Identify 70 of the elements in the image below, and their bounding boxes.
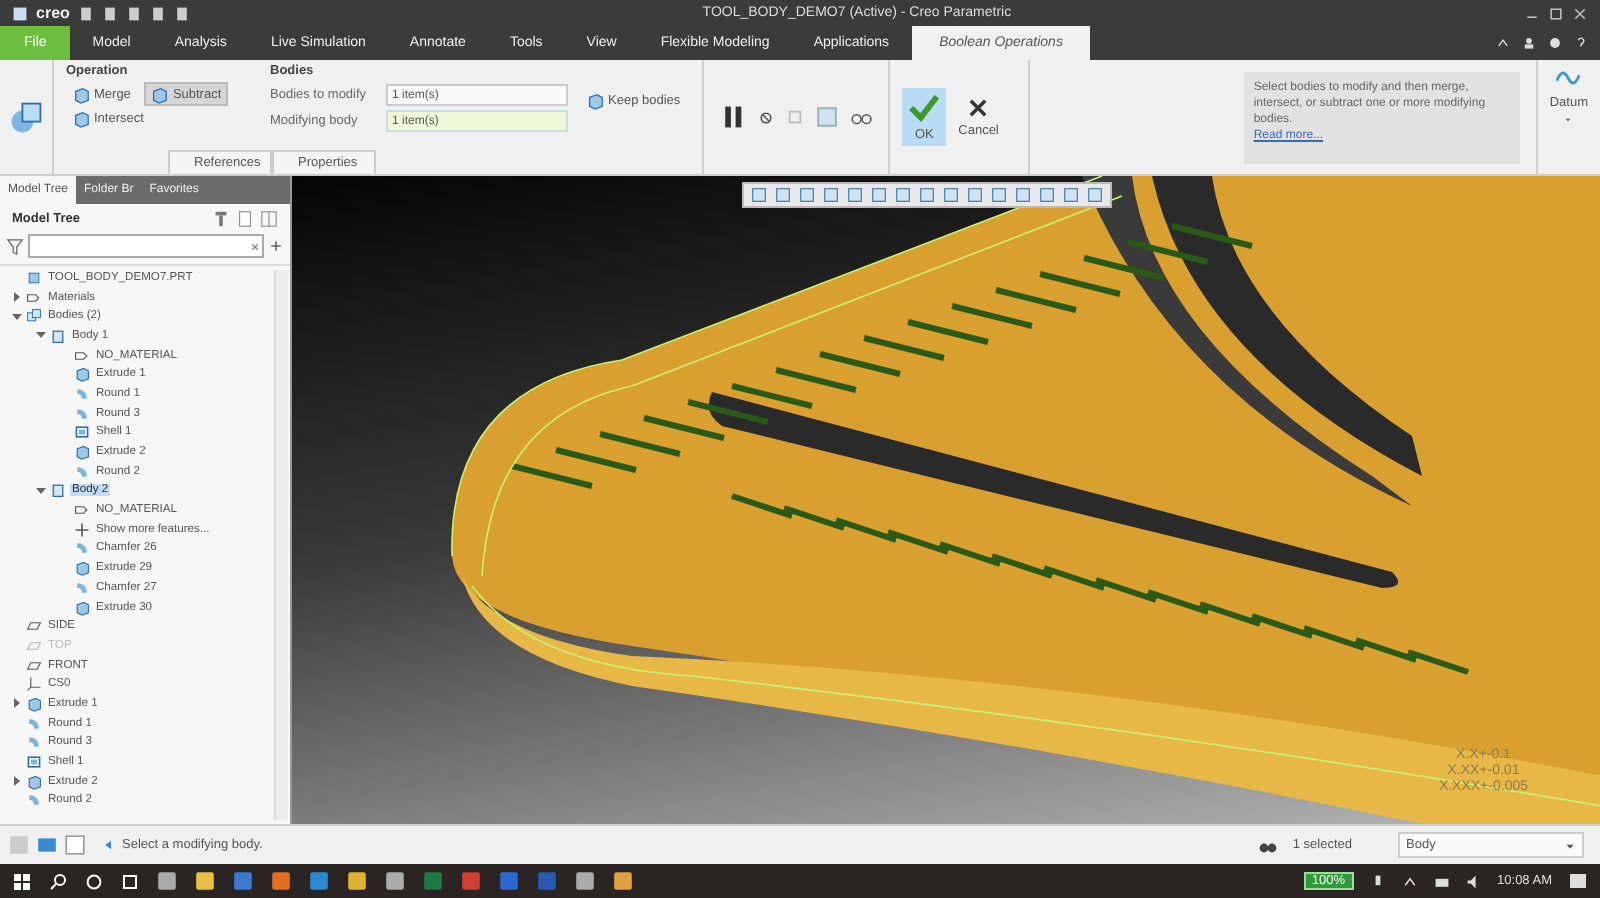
stop-icon[interactable] <box>758 109 775 125</box>
body-icon <box>50 327 66 344</box>
tag-icon <box>26 289 42 306</box>
body-icon <box>150 85 169 103</box>
shell-icon <box>74 424 90 441</box>
close-icon <box>966 96 991 120</box>
taskbar-app-icon[interactable] <box>308 870 330 892</box>
expand-arrow-icon[interactable] <box>10 291 22 304</box>
features-icon <box>74 521 90 538</box>
chevron-up-icon[interactable] <box>1401 873 1418 889</box>
help-icon[interactable] <box>1574 36 1588 50</box>
add-icon[interactable] <box>268 238 284 254</box>
maximize-icon[interactable] <box>1548 5 1564 21</box>
axes-icon <box>26 676 42 693</box>
fillet-icon <box>74 540 90 557</box>
task-view-icon[interactable] <box>120 871 140 891</box>
clear-icon[interactable] <box>248 239 262 253</box>
taskbar-app-icon[interactable] <box>612 870 634 892</box>
caret-icon <box>1564 839 1576 851</box>
body-icon <box>586 91 604 109</box>
part-icon <box>26 269 42 286</box>
body-icon <box>50 482 66 499</box>
search-icon[interactable] <box>48 871 68 891</box>
fillet-icon <box>74 463 90 480</box>
close-icon[interactable] <box>1572 5 1588 21</box>
fillet-icon <box>26 792 42 809</box>
cube-icon <box>26 773 42 790</box>
notifications-icon[interactable] <box>1568 871 1588 891</box>
taskbar-app-icon[interactable] <box>574 870 596 892</box>
boolean-bodies-icon <box>8 99 44 135</box>
cube-icon <box>26 695 42 712</box>
tag-icon <box>74 347 90 364</box>
collapse-ribbon-icon[interactable] <box>1496 36 1510 50</box>
volume-icon[interactable] <box>1465 873 1482 889</box>
cube-icon <box>74 560 90 577</box>
taskbar-app-icon[interactable] <box>346 870 368 892</box>
circle-icon[interactable] <box>84 871 104 891</box>
shell-icon <box>26 754 42 771</box>
cube-icon <box>74 599 90 616</box>
expand-arrow-icon[interactable] <box>34 329 46 342</box>
browser-icon[interactable] <box>36 834 58 856</box>
taskbar-app-icon[interactable] <box>156 870 178 892</box>
pause-icon[interactable] <box>720 104 747 130</box>
fillet-icon <box>74 579 90 596</box>
tag-icon <box>74 502 90 519</box>
bodies-icon <box>26 308 42 325</box>
filter-icon[interactable] <box>6 237 24 255</box>
expand-arrow-icon[interactable] <box>34 484 46 497</box>
document-icon[interactable] <box>236 210 254 228</box>
app-logo-icon <box>12 5 28 21</box>
scrollbar[interactable] <box>274 270 288 820</box>
taskbar-app-icon[interactable] <box>384 870 406 892</box>
window-icon[interactable] <box>64 834 86 856</box>
hammer-icon[interactable] <box>212 210 230 228</box>
caret-icon <box>1562 114 1575 126</box>
expand-arrow-icon[interactable] <box>10 310 22 323</box>
search-field[interactable] <box>28 234 264 258</box>
windows-start-icon[interactable] <box>12 871 32 891</box>
cube-icon <box>74 366 90 383</box>
user-icon[interactable] <box>1522 36 1536 50</box>
app-logo: creo <box>36 4 70 22</box>
network-icon[interactable] <box>1433 873 1450 889</box>
taskbar-app-icon[interactable] <box>194 870 216 892</box>
expand-arrow-icon[interactable] <box>10 775 22 788</box>
globe-icon[interactable] <box>1548 36 1562 50</box>
expand-arrow-icon[interactable] <box>10 697 22 710</box>
taskbar-app-icon[interactable] <box>270 870 292 892</box>
cube-icon <box>74 444 90 461</box>
taskbar-app-icon[interactable] <box>232 870 254 892</box>
checkmark-icon <box>908 92 941 124</box>
